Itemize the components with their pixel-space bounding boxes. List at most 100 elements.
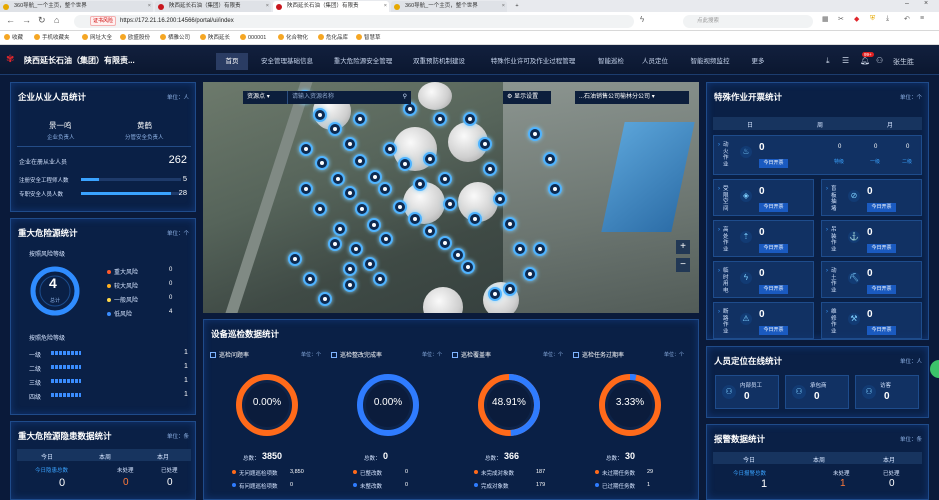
tab-week[interactable]: 本周 bbox=[813, 455, 825, 464]
tab-week[interactable]: 周 bbox=[817, 120, 823, 129]
resource-marker-icon[interactable] bbox=[313, 108, 327, 122]
special-op-card[interactable]: › 吊装作业 ⚓ 0 今日开票 bbox=[821, 220, 922, 257]
resource-marker-icon[interactable] bbox=[423, 152, 437, 166]
close-window-icon[interactable]: × bbox=[924, 0, 928, 7]
resource-marker-icon[interactable] bbox=[503, 282, 517, 296]
browser-tab[interactable]: 360导航_一个主页，整个世界 × bbox=[0, 1, 153, 12]
bookmark[interactable]: 栖雅公司 bbox=[160, 33, 190, 43]
extension-icon[interactable]: ◆ bbox=[854, 15, 859, 23]
nav-smart-inspection[interactable]: 智能巡检 bbox=[590, 53, 632, 70]
resource-marker-icon[interactable] bbox=[353, 112, 367, 126]
browser-tab[interactable]: 陕西延长石油（集团）有限责 × bbox=[155, 1, 271, 12]
bookmark[interactable]: 手机收藏夹 bbox=[34, 33, 70, 43]
today-ticket-button[interactable]: 今日开票 bbox=[759, 244, 788, 253]
resource-marker-icon[interactable] bbox=[355, 202, 369, 216]
resource-marker-icon[interactable] bbox=[493, 192, 507, 206]
resource-marker-icon[interactable] bbox=[528, 127, 542, 141]
side-float-button[interactable] bbox=[930, 360, 939, 378]
nav-positioning[interactable]: 人员定位 bbox=[634, 53, 676, 70]
resource-marker-icon[interactable] bbox=[343, 262, 357, 276]
tab-month[interactable]: 本月 bbox=[883, 455, 895, 464]
today-ticket-button[interactable]: 今日开票 bbox=[867, 326, 896, 335]
resource-marker-icon[interactable] bbox=[548, 182, 562, 196]
resource-marker-icon[interactable] bbox=[451, 248, 465, 262]
resource-marker-icon[interactable] bbox=[413, 177, 427, 191]
browser-tab[interactable]: 360导航_一个主页，整个世界 × bbox=[391, 1, 507, 12]
resource-marker-icon[interactable] bbox=[318, 292, 332, 306]
resource-marker-icon[interactable] bbox=[408, 212, 422, 226]
tab-month[interactable]: 本月 bbox=[157, 452, 169, 461]
resource-marker-icon[interactable] bbox=[343, 137, 357, 151]
resource-marker-icon[interactable] bbox=[363, 257, 377, 271]
resource-marker-icon[interactable] bbox=[378, 182, 392, 196]
resource-marker-icon[interactable] bbox=[383, 142, 397, 156]
zoom-in-button[interactable]: + bbox=[676, 240, 690, 254]
resource-marker-icon[interactable] bbox=[353, 154, 367, 168]
refresh-icon[interactable]: ↻ bbox=[38, 15, 46, 26]
grid-icon[interactable]: ▦ bbox=[822, 15, 829, 23]
special-op-card[interactable]: › 动土作业 ⛏ 0 今日开票 bbox=[821, 261, 922, 298]
resource-marker-icon[interactable] bbox=[463, 112, 477, 126]
new-tab-button[interactable]: + bbox=[510, 1, 524, 12]
bookmark[interactable]: 欧盛股份 bbox=[120, 33, 150, 43]
resource-marker-icon[interactable] bbox=[368, 170, 382, 184]
resource-marker-icon[interactable] bbox=[488, 287, 502, 301]
resource-marker-icon[interactable] bbox=[343, 278, 357, 292]
close-tab-icon[interactable]: × bbox=[502, 1, 505, 12]
bell-icon[interactable]: 🔔︎ bbox=[860, 56, 870, 65]
resource-marker-icon[interactable] bbox=[333, 222, 347, 236]
resource-marker-icon[interactable] bbox=[513, 242, 527, 256]
resource-marker-icon[interactable] bbox=[533, 242, 547, 256]
home-icon[interactable]: ⌂ bbox=[54, 15, 59, 25]
browser-search-input[interactable]: 点此搜索 bbox=[683, 15, 813, 28]
forward-icon[interactable]: → bbox=[22, 15, 31, 25]
resource-marker-icon[interactable] bbox=[443, 197, 457, 211]
minimize-icon[interactable]: – bbox=[905, 0, 909, 7]
bookmark[interactable]: 智慧草 bbox=[356, 33, 381, 43]
resource-marker-icon[interactable] bbox=[299, 142, 313, 156]
special-op-card[interactable]: › 盲板抽堵 ⊘ 0 今日开票 bbox=[821, 179, 922, 216]
today-ticket-button[interactable]: 今日开票 bbox=[759, 159, 788, 168]
bookmark[interactable]: 网址大全 bbox=[82, 33, 112, 43]
resource-marker-icon[interactable] bbox=[523, 267, 537, 281]
bookmark[interactable]: 000001 bbox=[240, 33, 266, 43]
resource-marker-icon[interactable] bbox=[478, 137, 492, 151]
resource-marker-icon[interactable] bbox=[328, 237, 342, 251]
resource-marker-icon[interactable] bbox=[403, 102, 417, 116]
close-tab-icon[interactable]: × bbox=[266, 1, 269, 12]
today-ticket-button[interactable]: 今日开票 bbox=[867, 285, 896, 294]
resource-marker-icon[interactable] bbox=[343, 186, 357, 200]
tab-day[interactable]: 日 bbox=[747, 120, 753, 129]
special-op-card[interactable]: › 高处作业 ⇡ 0 今日开票 bbox=[713, 220, 814, 257]
resource-marker-icon[interactable] bbox=[373, 272, 387, 286]
special-op-card[interactable]: › 临时用电 ϟ 0 今日开票 bbox=[713, 261, 814, 298]
company-select[interactable]: ...石油销售公司榆林分公司 ▾ bbox=[575, 91, 689, 104]
browser-tab-active[interactable]: 陕西延长石油（集团）有限责 × bbox=[273, 1, 389, 12]
today-ticket-button[interactable]: 今日开票 bbox=[759, 203, 788, 212]
download-icon[interactable]: ⤓ bbox=[886, 15, 889, 23]
zoom-out-button[interactable]: − bbox=[676, 258, 690, 272]
bookmark[interactable]: 陕西延长 bbox=[200, 33, 230, 43]
hot-work-card[interactable]: › 动火作业 ♨ 0 今日开票 0 特级 0 一级 0 二级 bbox=[713, 135, 922, 175]
lightning-icon[interactable]: ϟ bbox=[640, 15, 644, 24]
resource-marker-icon[interactable] bbox=[543, 152, 557, 166]
tab-week[interactable]: 本周 bbox=[99, 452, 111, 461]
close-tab-icon[interactable]: × bbox=[148, 1, 151, 12]
tab-today[interactable]: 今日 bbox=[743, 455, 755, 464]
menu-icon[interactable]: ≡ bbox=[920, 15, 924, 22]
nav-safety-basics[interactable]: 安全管理基础信息 bbox=[250, 53, 324, 70]
tab-today[interactable]: 今日 bbox=[41, 452, 53, 461]
resource-search-input[interactable]: 请输入资源名称 ⚲ bbox=[287, 91, 411, 104]
resource-marker-icon[interactable] bbox=[303, 272, 317, 286]
user-name[interactable]: 张生胜 bbox=[893, 57, 914, 67]
scissors-icon[interactable]: ✂ bbox=[838, 15, 844, 23]
resource-marker-icon[interactable] bbox=[349, 242, 363, 256]
nav-more[interactable]: 更多 bbox=[744, 53, 772, 70]
nav-video[interactable]: 智能视频监控 bbox=[678, 53, 742, 70]
list-icon[interactable]: ☰ bbox=[842, 56, 849, 65]
nav-special-work[interactable]: 特殊作业许可及作业过程管理 bbox=[478, 53, 588, 70]
resource-marker-icon[interactable] bbox=[423, 224, 437, 238]
resource-marker-icon[interactable] bbox=[503, 217, 517, 231]
today-ticket-button[interactable]: 今日开票 bbox=[867, 203, 896, 212]
satellite-map[interactable]: 资源点 ▾ 请输入资源名称 ⚲ ⚙ 显示设置 ...石油销售公司榆林分公司 ▾ +… bbox=[203, 82, 699, 313]
